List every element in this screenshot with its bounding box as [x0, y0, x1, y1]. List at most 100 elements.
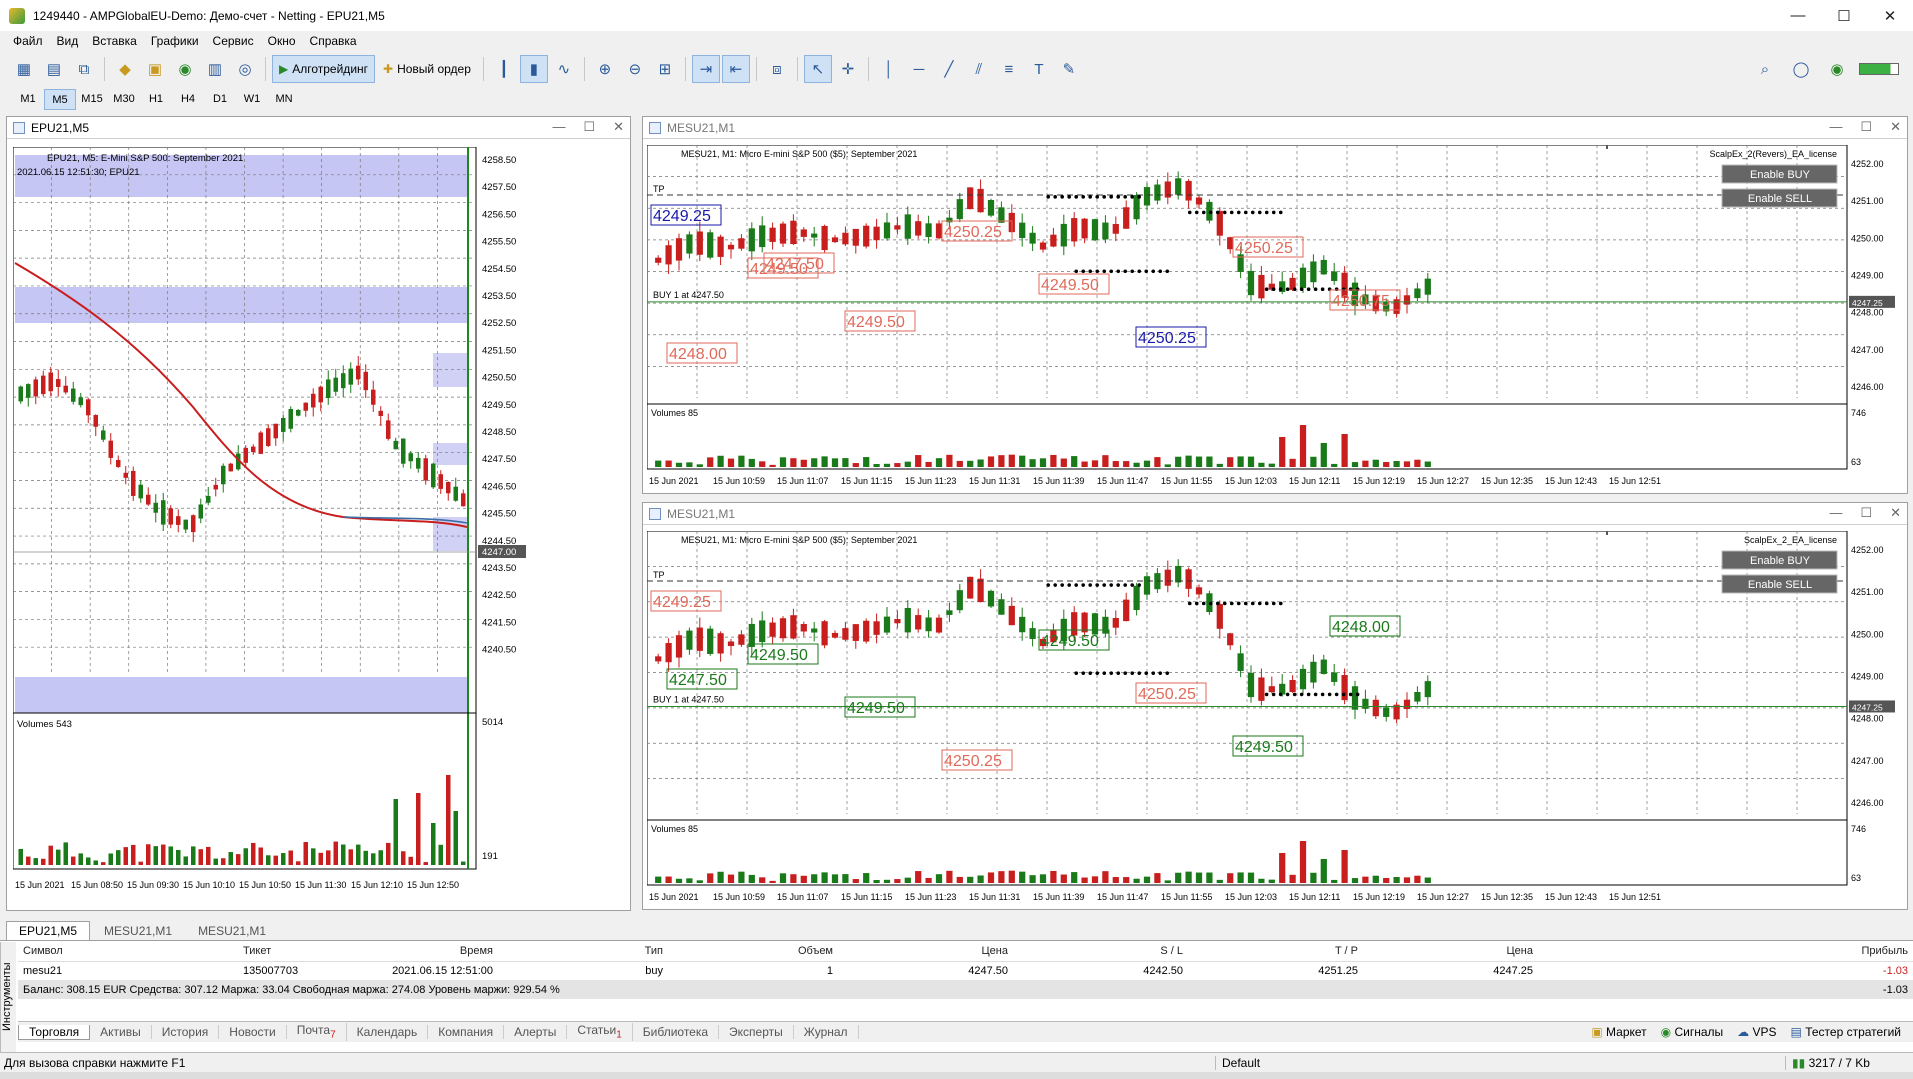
chart-close-icon[interactable]: ✕: [1890, 119, 1901, 135]
close-button[interactable]: ✕: [1867, 0, 1913, 31]
tester-icon[interactable]: ◎: [231, 55, 259, 83]
tab-library[interactable]: Библиотека: [633, 1025, 720, 1039]
col-time[interactable]: Время: [348, 942, 498, 962]
menu-tools[interactable]: Сервис: [206, 34, 261, 48]
chart-maximize-icon[interactable]: ☐: [1860, 505, 1872, 521]
menu-help[interactable]: Справка: [303, 34, 364, 48]
chart-minimize-icon[interactable]: —: [1829, 505, 1842, 521]
col-price[interactable]: Цена: [838, 942, 1013, 962]
col-type[interactable]: Тип: [498, 942, 668, 962]
tab-calendar[interactable]: Календарь: [347, 1025, 429, 1039]
price-chart-mesu21-top[interactable]: TP BUY 1 at 4247.50 4249.25 4249.50 4249.50 4…: [647, 145, 1903, 489]
terminal-icon[interactable]: ▥: [201, 55, 229, 83]
fibo-icon[interactable]: ≡: [995, 55, 1023, 83]
chart-close-icon[interactable]: ✕: [1890, 505, 1901, 521]
chart-tab-mesu21-2[interactable]: MESU21,M1: [186, 922, 278, 940]
tile-windows-icon[interactable]: ⊞: [651, 55, 679, 83]
text-icon[interactable]: T: [1025, 55, 1053, 83]
zoom-in-icon[interactable]: ⊕: [591, 55, 619, 83]
vps-link[interactable]: ☁ VPS: [1737, 1025, 1776, 1039]
channel-icon[interactable]: ⫽: [965, 55, 993, 83]
tf-m30[interactable]: M30: [108, 89, 140, 110]
candlestick-icon[interactable]: ▮: [519, 55, 548, 83]
signals-link[interactable]: ◉ Сигналы: [1661, 1025, 1724, 1039]
connection-icon[interactable]: ◉: [1823, 55, 1851, 83]
crosshair-icon[interactable]: ✛: [834, 55, 862, 83]
market-link[interactable]: ▣ Маркет: [1591, 1025, 1646, 1039]
maximize-button[interactable]: ☐: [1821, 0, 1867, 31]
tf-mn[interactable]: MN: [268, 89, 300, 110]
tab-experts[interactable]: Эксперты: [719, 1025, 794, 1039]
col-tp[interactable]: T / P: [1188, 942, 1363, 962]
tf-h1[interactable]: H1: [140, 89, 172, 110]
price-chart-epu21[interactable]: EPU21, M5: E-Mini S&P 500: September 202…: [13, 147, 625, 904]
zoom-out-icon[interactable]: ⊖: [621, 55, 649, 83]
menu-file[interactable]: Файл: [6, 34, 50, 48]
algo-trading-button[interactable]: ▶ Алготрейдинг: [272, 55, 376, 83]
trendline-icon[interactable]: ╱: [935, 55, 963, 83]
col-profit[interactable]: Прибыль: [1538, 942, 1913, 962]
indicators-icon[interactable]: ⧈: [763, 55, 791, 83]
chart-shift-icon[interactable]: ⇤: [721, 55, 750, 83]
new-order-button[interactable]: ✚ Новый ордер: [377, 55, 477, 83]
tab-trade[interactable]: Торговля: [18, 1024, 91, 1040]
tab-mailbox[interactable]: Почта7: [287, 1023, 347, 1041]
chart-close-icon[interactable]: ✕: [613, 119, 624, 135]
menu-view[interactable]: Вид: [50, 34, 86, 48]
market-watch-icon[interactable]: ⧉: [70, 55, 98, 83]
bar-chart-icon[interactable]: ┃: [490, 55, 518, 83]
chart-minimize-icon[interactable]: —: [552, 119, 565, 135]
enable-sell-button[interactable]: Enable SELL: [1721, 574, 1838, 594]
signals-icon[interactable]: ◉: [171, 55, 199, 83]
col-current-price[interactable]: Цена: [1363, 942, 1538, 962]
tab-history[interactable]: История: [152, 1025, 220, 1039]
tab-news[interactable]: Новости: [219, 1025, 287, 1039]
col-symbol[interactable]: Символ: [18, 942, 238, 962]
price-chart-mesu21-bottom[interactable]: TP BUY 1 at 4247.50 4249.25 4249.50 4249.50 4…: [647, 531, 1903, 905]
tab-exposure[interactable]: Активы: [90, 1025, 152, 1039]
profiles-icon[interactable]: ▤: [40, 55, 68, 83]
minimize-button[interactable]: —: [1775, 0, 1821, 31]
col-sl[interactable]: S / L: [1013, 942, 1188, 962]
search-icon[interactable]: ⌕: [1751, 55, 1779, 83]
tf-m1[interactable]: M1: [12, 89, 44, 110]
tester-link[interactable]: ▤ Тестер стратегий: [1791, 1025, 1901, 1039]
col-ticket[interactable]: Тикет: [238, 942, 348, 962]
cell-sl[interactable]: 4242.50: [1013, 961, 1188, 980]
cursor-icon[interactable]: ↖: [803, 55, 832, 83]
chart-minimize-icon[interactable]: —: [1829, 119, 1842, 135]
shapes-icon[interactable]: ✎: [1055, 55, 1083, 83]
new-chart-icon[interactable]: ▦: [10, 55, 38, 83]
tf-d1[interactable]: D1: [204, 89, 236, 110]
tf-m15[interactable]: M15: [76, 89, 108, 110]
tf-w1[interactable]: W1: [236, 89, 268, 110]
enable-buy-button[interactable]: Enable BUY: [1721, 164, 1838, 184]
menu-charts[interactable]: Графики: [144, 34, 206, 48]
tab-articles[interactable]: Статьи1: [567, 1023, 633, 1041]
candle: [1081, 612, 1088, 633]
vertical-line-icon[interactable]: │: [875, 55, 903, 83]
tf-m5[interactable]: M5: [44, 89, 76, 110]
chart-tab-mesu21-1[interactable]: MESU21,M1: [92, 922, 184, 940]
enable-sell-button[interactable]: Enable SELL: [1721, 188, 1838, 208]
volume-bar: [1102, 455, 1109, 467]
auto-scroll-icon[interactable]: ⇥: [691, 55, 720, 83]
account-icon[interactable]: ◯: [1787, 55, 1815, 83]
chart-maximize-icon[interactable]: ☐: [1860, 119, 1872, 135]
tab-company[interactable]: Компания: [428, 1025, 505, 1039]
cell-tp[interactable]: 4251.25: [1188, 961, 1363, 980]
menu-window[interactable]: Окно: [261, 34, 303, 48]
navigator-icon[interactable]: ▣: [141, 55, 169, 83]
tab-journal[interactable]: Журнал: [794, 1025, 859, 1039]
line-chart-icon[interactable]: ∿: [550, 55, 578, 83]
tf-h4[interactable]: H4: [172, 89, 204, 110]
table-row[interactable]: mesu21 135007703 2021.06.15 12:51:00 buy…: [18, 961, 1913, 980]
enable-buy-button[interactable]: Enable BUY: [1721, 550, 1838, 570]
tab-alerts[interactable]: Алерты: [504, 1025, 568, 1039]
col-volume[interactable]: Объем: [668, 942, 838, 962]
chart-tab-epu21[interactable]: EPU21,M5: [6, 921, 91, 940]
chart-maximize-icon[interactable]: ☐: [583, 119, 595, 135]
menu-insert[interactable]: Вставка: [85, 34, 144, 48]
horizontal-line-icon[interactable]: ─: [905, 55, 933, 83]
data-window-icon[interactable]: ◆: [111, 55, 139, 83]
